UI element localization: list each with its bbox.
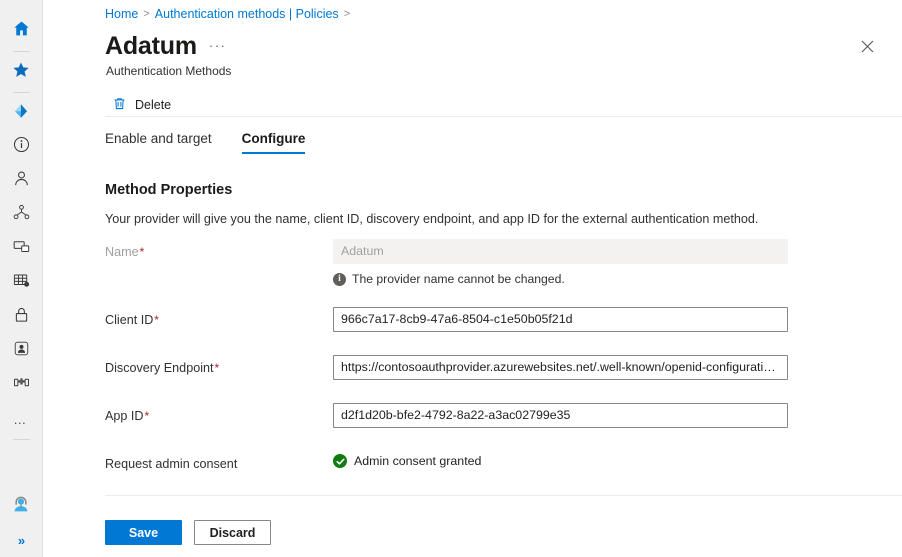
form-row-admin-consent: Request admin consent Admin consent gran… (105, 451, 902, 485)
required-asterisk: * (139, 245, 145, 259)
sidebar-item-identity-governance[interactable] (0, 334, 43, 368)
admin-consent-status-text: Admin consent granted (354, 454, 482, 468)
page-subtitle: Authentication Methods (106, 64, 232, 78)
enterprise-apps-grid-icon (12, 271, 31, 295)
trash-icon (112, 96, 127, 114)
command-toolbar: Delete (43, 80, 902, 118)
client-id-field-label: Client ID* (105, 307, 333, 327)
name-field-control: i The provider name cannot be changed. (333, 239, 902, 286)
sidebar-item-devices[interactable] (0, 232, 43, 266)
form-row-name: Name* i The provider name cannot be chan… (105, 239, 902, 307)
devices-icon (12, 237, 31, 261)
section-title: Method Properties (105, 182, 233, 198)
azure-active-directory-icon (11, 101, 31, 126)
breadcrumb: Home > Authentication methods | Policies… (43, 0, 902, 23)
breadcrumb-item-authentication-methods[interactable]: Authentication methods | Policies (155, 5, 339, 23)
form-row-app-id: App ID* (105, 403, 902, 451)
name-label-text: Name (105, 245, 139, 259)
app-id-field-control (333, 403, 902, 428)
close-icon (861, 40, 873, 52)
user-icon (12, 169, 31, 193)
name-field-label: Name* (105, 239, 333, 259)
chevron-double-right-icon: » (17, 532, 25, 548)
tab-enable-and-target[interactable]: Enable and target (105, 131, 212, 154)
discovery-endpoint-field-label: Discovery Endpoint* (105, 355, 333, 375)
name-hint-text: The provider name cannot be changed. (352, 272, 565, 286)
info-icon: i (333, 272, 346, 286)
sidebar-item-azure-ad[interactable] (0, 96, 43, 130)
sidebar-item-enterprise-apps[interactable] (0, 266, 43, 300)
home-icon (12, 19, 31, 43)
info-circle-icon (12, 135, 31, 159)
sidebar-item-app-registrations[interactable] (0, 368, 43, 402)
form-row-client-id: Client ID* (105, 307, 902, 355)
form-row-discovery-endpoint: Discovery Endpoint* (105, 355, 902, 403)
discovery-endpoint-label-text: Discovery Endpoint (105, 361, 214, 375)
app-id-input[interactable] (333, 403, 788, 428)
discovery-endpoint-input[interactable] (333, 355, 788, 380)
sidebar-item-security[interactable] (0, 300, 43, 334)
method-properties-form: Name* i The provider name cannot be chan… (105, 239, 902, 485)
blade-main-panel: Home > Authentication methods | Policies… (43, 0, 902, 557)
client-id-input[interactable] (333, 307, 788, 332)
form-actions: Save Discard (105, 520, 271, 545)
app-id-field-label: App ID* (105, 403, 333, 423)
sidebar-more-button[interactable]: … (0, 402, 43, 436)
breadcrumb-item-home[interactable]: Home (105, 5, 138, 23)
delete-button-label: Delete (135, 98, 172, 112)
footer-divider (105, 495, 902, 496)
sidebar-expand-button[interactable]: » (0, 523, 43, 557)
check-circle-icon (333, 454, 347, 468)
required-asterisk: * (154, 313, 159, 327)
rail-divider (12, 92, 30, 93)
name-field-hint: i The provider name cannot be changed. (333, 272, 902, 286)
app-id-label-text: App ID (105, 409, 144, 423)
blade-tabs: Enable and target Configure (105, 131, 305, 154)
ellipsis-icon: … (13, 411, 29, 427)
close-blade-button[interactable] (854, 33, 880, 59)
sidebar-item-info[interactable] (0, 130, 43, 164)
lock-icon (12, 305, 31, 329)
app-registrations-icon (12, 373, 31, 397)
favorites-star-icon (12, 61, 30, 84)
admin-consent-label: Request admin consent (105, 457, 238, 471)
name-input (333, 239, 788, 264)
required-asterisk: * (144, 409, 150, 423)
client-id-field-control (333, 307, 902, 332)
azure-portal-window: … » Home > Authentication methods | Poli… (0, 0, 902, 557)
rail-divider (12, 51, 30, 52)
page-title-row: Adatum ··· (43, 23, 902, 61)
page-title: Adatum (105, 32, 197, 60)
save-button[interactable]: Save (105, 520, 182, 545)
support-agent-icon (11, 494, 31, 519)
sidebar-item-users[interactable] (0, 164, 43, 198)
admin-consent-control: Admin consent granted (333, 451, 902, 468)
breadcrumb-separator: > (143, 8, 150, 20)
sidebar-item-home[interactable] (0, 14, 43, 48)
breadcrumb-separator: > (343, 8, 351, 20)
section-description: Your provider will give you the name, cl… (105, 212, 759, 226)
discard-button[interactable]: Discard (194, 520, 271, 545)
left-navigation-rail: … » (0, 0, 43, 557)
sidebar-item-groups[interactable] (0, 198, 43, 232)
required-asterisk: * (214, 361, 220, 375)
sidebar-item-favorites[interactable] (0, 55, 43, 89)
toolbar-divider (105, 116, 902, 117)
rail-divider (12, 439, 30, 440)
identity-governance-icon (12, 339, 31, 363)
tab-configure[interactable]: Configure (241, 131, 305, 154)
admin-consent-status: Admin consent granted (333, 451, 902, 468)
delete-button[interactable]: Delete (105, 92, 180, 118)
discovery-endpoint-field-control (333, 355, 902, 380)
groups-icon (12, 203, 31, 227)
page-context-menu-button[interactable]: ··· (209, 38, 227, 53)
client-id-label-text: Client ID (105, 313, 154, 327)
sidebar-item-help-support[interactable] (0, 489, 43, 523)
